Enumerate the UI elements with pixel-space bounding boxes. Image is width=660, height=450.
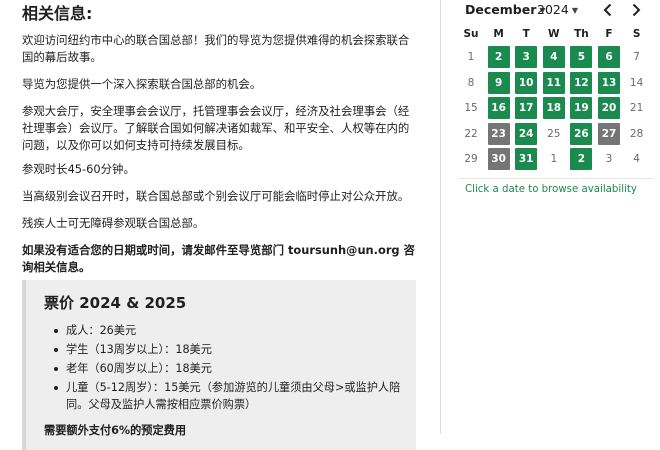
info-paragraph-contact: 如果没有适合您的日期或时间，请发邮件至导览部门 toursunh@un.org … [22,243,415,274]
calendar-day-available[interactable]: 5 [570,46,593,68]
column-divider [440,0,441,434]
calendar-day: 1 [550,153,558,166]
calendar-day-available[interactable]: 31 [515,148,538,171]
calendar-header: December ▼ 2024 ▼ [458,0,658,22]
tour-info-section: 相关信息: 欢迎访问纽约市中心的联合国总部！我们的导览为您提供难得的机会探索联合… [22,4,422,450]
calendar-day: 14 [629,76,644,89]
info-paragraph-accessibility: 残疾人士可无障碍参观联合国总部。 [22,216,205,230]
calendar-day-available[interactable]: 24 [515,122,538,145]
calendar-day: 8 [467,76,475,89]
price-heading: 票价 2024 & 2025 [44,294,187,312]
info-heading: 相关信息: [22,4,93,23]
calendar-day-available[interactable]: 16 [487,97,510,120]
caret-down-icon: ▼ [571,6,578,15]
chevron-left-icon [603,3,612,17]
calendar-divider [458,178,654,179]
booking-fee-note: 需要额外支付6%的预定费用 [44,424,187,437]
month-select-value: December [465,2,537,17]
year-select-value: 2024 [537,2,569,17]
calendar-day-available[interactable]: 11 [542,71,565,94]
calendar-day-available[interactable]: 10 [515,71,538,94]
calendar-day: 15 [464,102,478,115]
calendar-day: 1 [467,51,475,63]
info-paragraph-closures: 当高级别会议召开时，联合国总部或个别会议厅可能会临时停止对公众开放。 [22,189,410,203]
price-item-senior: 老年（60周岁以上）：18美元 [52,360,402,377]
calendar-day-available[interactable]: 20 [598,97,620,120]
price-box: 票价 2024 & 2025 成人：26美元 学生（13周岁以上）：18美元 老… [22,280,416,450]
info-paragraph-overview: 导览为您提供一个深入探索联合国总部的机会。 [22,77,262,91]
calendar-day-available[interactable]: 17 [515,97,538,120]
calendar-day-unavailable: 27 [598,122,620,145]
calendar-day: 3 [605,153,613,166]
weekday-label: F [605,28,613,40]
calendar-day: 22 [464,127,478,140]
calendar-day-available[interactable]: 18 [542,97,565,120]
calendar-day-unavailable: 23 [487,122,510,145]
calendar-day-unavailable: 30 [487,148,510,171]
info-paragraph-chambers: 参观大会厅，安全理事会会议厅，托管理事会会议厅，经济及社会理事会（经社理事会）会… [22,104,410,152]
calendar-day-available[interactable]: 12 [570,71,593,94]
calendar-day-available[interactable]: 4 [542,46,565,68]
weekday-label: Th [574,28,589,40]
price-item-student: 学生（13周岁以上）：18美元 [52,341,402,358]
price-item-adult: 成人：26美元 [52,322,402,339]
calendar-hint: Click a date to browse availability [465,184,637,195]
info-paragraph-welcome: 欢迎访问纽约市中心的联合国总部！我们的导览为您提供难得的机会探索联合国的幕后故事… [22,33,410,64]
prev-month-button[interactable] [598,0,618,20]
weekday-label: W [548,28,560,40]
calendar-day-available[interactable]: 6 [598,46,620,68]
calendar-day: 21 [629,102,644,115]
calendar-day-available[interactable]: 2 [570,148,593,171]
chevron-right-icon [632,3,641,17]
calendar-day: 29 [464,153,478,166]
weekday-label: M [493,28,504,40]
calendar-day: 4 [633,153,640,166]
price-list: 成人：26美元 学生（13周岁以上）：18美元 老年（60周岁以上）：18美元 … [52,322,402,415]
info-paragraph-duration: 参观时长45-60分钟。 [22,162,135,176]
calendar-day: 7 [633,51,640,63]
next-month-button[interactable] [626,0,646,20]
weekday-label: Su [463,28,479,40]
calendar-day-available[interactable]: 26 [570,122,593,145]
year-select[interactable]: 2024 ▼ [537,2,578,19]
calendar-day-available[interactable]: 3 [515,46,538,68]
calendar-day: 28 [629,127,644,140]
weekday-label: S [632,28,641,40]
price-item-child: 儿童（5-12周岁）：15美元（参加游览的儿童须由父母>或监护人陪同。父母及监护… [52,379,402,413]
month-select[interactable]: December ▼ [465,2,546,19]
calendar-day-available[interactable]: 19 [570,97,593,120]
weekday-label: T [522,28,530,40]
calendar-day: 25 [547,127,561,140]
calendar-day-available[interactable]: 2 [487,46,510,68]
calendar-day-available[interactable]: 13 [598,71,620,94]
calendar-day-available[interactable]: 9 [487,71,510,94]
